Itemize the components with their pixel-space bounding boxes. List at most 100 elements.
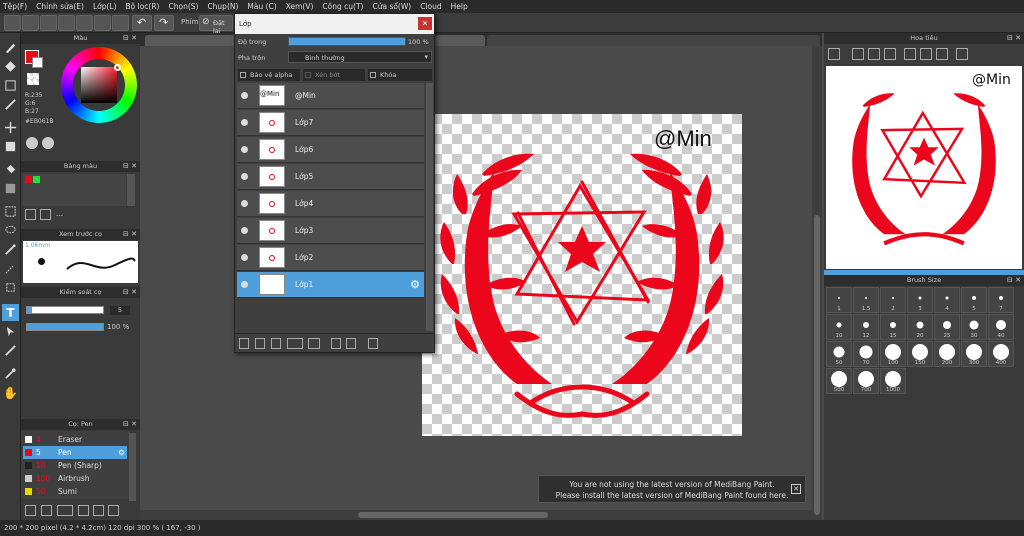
reset-button[interactable]: ⊘ Đặt lại bbox=[199, 15, 233, 35]
layer-list-scrollbar[interactable] bbox=[426, 83, 433, 331]
color-mode-icon[interactable] bbox=[26, 137, 38, 149]
brush-size-cell[interactable]: 15 bbox=[880, 314, 906, 340]
drawing-canvas[interactable]: @Min bbox=[422, 114, 742, 436]
menu-item-2[interactable]: Lớp(L) bbox=[93, 2, 117, 11]
blend-mode-select[interactable]: Bình thường ▾ bbox=[288, 51, 432, 63]
brush-menu-icon[interactable] bbox=[57, 505, 73, 516]
lasso-tool-icon[interactable] bbox=[2, 222, 19, 239]
layer-visibility-icon[interactable] bbox=[241, 227, 248, 234]
secondary-color-swatch[interactable] bbox=[32, 57, 43, 68]
hand-tool-icon[interactable]: ✋ bbox=[2, 384, 19, 401]
layer-row[interactable]: @Min @Min bbox=[237, 83, 424, 109]
brush-size-cell[interactable]: 1.5 bbox=[853, 287, 879, 313]
menu-item-6[interactable]: Màu (C) bbox=[247, 2, 276, 11]
zoom-in-icon[interactable] bbox=[828, 48, 840, 60]
navigator-preview[interactable]: @Min bbox=[826, 66, 1022, 269]
redo-button[interactable]: ↷ bbox=[154, 15, 174, 31]
color-mode2-icon[interactable] bbox=[42, 137, 54, 149]
select-pen-tool-icon[interactable] bbox=[2, 260, 19, 277]
brush-list-scrollbar[interactable] bbox=[129, 433, 136, 501]
brush-size-cell[interactable]: 12 bbox=[853, 314, 879, 340]
layer-row[interactable]: Lớp5 bbox=[237, 164, 424, 190]
brush-cloud-icon[interactable] bbox=[25, 505, 36, 516]
new-8bit-layer-icon[interactable] bbox=[271, 338, 281, 349]
brush-size-cell[interactable]: 1000 bbox=[880, 368, 906, 394]
brush-list-item[interactable]: 10 Pen (Sharp) bbox=[23, 459, 127, 472]
select-eraser-tool-icon[interactable] bbox=[2, 279, 19, 296]
menu-item-3[interactable]: Bộ lọc(R) bbox=[126, 2, 160, 11]
comment-icon[interactable] bbox=[40, 15, 57, 31]
new-layer-icon[interactable] bbox=[239, 338, 249, 349]
delete-layer-icon[interactable] bbox=[368, 338, 378, 349]
lock-checkbox[interactable]: Khóa bbox=[368, 69, 432, 81]
brush-tool-icon[interactable] bbox=[2, 39, 19, 56]
brush-size-cell[interactable]: 100 bbox=[880, 341, 906, 367]
eyedropper-tool-icon[interactable] bbox=[2, 365, 19, 382]
move-tool-icon[interactable] bbox=[2, 119, 19, 136]
layer-visibility-icon[interactable] bbox=[241, 146, 248, 153]
brush-size-cell[interactable]: 150 bbox=[907, 341, 933, 367]
export-icon[interactable] bbox=[112, 15, 129, 31]
duplicate-layer-icon[interactable] bbox=[331, 338, 341, 349]
protect-alpha-checkbox[interactable]: Bảo vệ alpha bbox=[238, 69, 300, 81]
add-palette-icon[interactable] bbox=[25, 209, 36, 220]
palette-swatch-green[interactable] bbox=[33, 176, 40, 183]
document-tab-2[interactable] bbox=[487, 35, 820, 46]
brush-size-cell[interactable]: 700 bbox=[853, 368, 879, 394]
menu-item-10[interactable]: Cloud bbox=[420, 2, 441, 11]
eraser-tool-icon[interactable] bbox=[2, 58, 19, 75]
brush-folder-icon[interactable] bbox=[93, 505, 104, 516]
brush-size-cell[interactable]: 4 bbox=[934, 287, 960, 313]
brush-list-item[interactable]: 5 Pen ⚙ bbox=[23, 446, 127, 459]
rectangle-tool-icon[interactable] bbox=[2, 77, 19, 94]
brush-size-cell[interactable]: 2 bbox=[880, 287, 906, 313]
menu-item-9[interactable]: Cửa sổ(W) bbox=[372, 2, 411, 11]
brush-size-cell[interactable]: 7 bbox=[988, 287, 1014, 313]
brush-size-cell[interactable]: 70 bbox=[853, 341, 879, 367]
reset-view-icon[interactable] bbox=[956, 48, 968, 60]
doc2-icon[interactable] bbox=[94, 15, 111, 31]
canvas-horizontal-scroll-thumb[interactable] bbox=[358, 512, 548, 518]
brush-size-cell[interactable]: 50 bbox=[826, 341, 852, 367]
delete-palette-icon[interactable] bbox=[40, 209, 51, 220]
brush-size-cell[interactable]: 25 bbox=[934, 314, 960, 340]
layer-visibility-icon[interactable] bbox=[241, 254, 248, 261]
saturation-square[interactable] bbox=[81, 67, 117, 103]
brush-duplicate-icon[interactable] bbox=[108, 505, 119, 516]
layer-window-close-button[interactable]: ✕ bbox=[418, 17, 432, 30]
color-picker-handle[interactable] bbox=[114, 64, 121, 71]
brush-list-item[interactable]: 50 Sumi bbox=[23, 485, 127, 498]
new-halftone-layer-icon[interactable] bbox=[255, 338, 265, 349]
brush-size-cell[interactable]: 10 bbox=[826, 314, 852, 340]
brush-settings-icon[interactable]: ⚙ bbox=[118, 446, 125, 459]
menu-item-7[interactable]: Xem(V) bbox=[286, 2, 314, 11]
brush-size-cell[interactable]: 1 bbox=[826, 287, 852, 313]
menu-item-5[interactable]: Chụp(N) bbox=[207, 2, 238, 11]
merge-layer-icon[interactable] bbox=[346, 338, 356, 349]
clipping-checkbox[interactable]: Xén bớt bbox=[303, 69, 365, 81]
divide-tool-icon[interactable] bbox=[2, 342, 19, 359]
menu-item-0[interactable]: Tệp(F) bbox=[3, 2, 27, 11]
layer-row[interactable]: Lớp1 ⚙ bbox=[237, 272, 424, 298]
color-wheel[interactable] bbox=[61, 47, 137, 123]
fill-rect-tool-icon[interactable] bbox=[2, 138, 19, 155]
brush-list-item[interactable]: 100 Airbrush bbox=[23, 472, 127, 485]
canvas-vertical-scroll-thumb[interactable] bbox=[814, 215, 820, 515]
brush-add-icon[interactable] bbox=[41, 505, 52, 516]
palette-swatch-red[interactable] bbox=[25, 176, 32, 183]
bucket-tool-icon[interactable] bbox=[2, 161, 19, 178]
undo-button[interactable]: ↶ bbox=[132, 15, 152, 31]
brush-size-slider[interactable] bbox=[26, 306, 104, 314]
brush-size-cell[interactable]: 200 bbox=[934, 341, 960, 367]
save-icon[interactable] bbox=[22, 15, 39, 31]
brush-copy-icon[interactable] bbox=[78, 505, 89, 516]
menu-item-1[interactable]: Chỉnh sửa(E) bbox=[36, 2, 84, 11]
brush-list-item[interactable]: 4 Eraser bbox=[23, 433, 127, 446]
brush-size-cell[interactable]: 20 bbox=[907, 314, 933, 340]
chat-icon[interactable] bbox=[58, 15, 75, 31]
layer-visibility-icon[interactable] bbox=[241, 200, 248, 207]
brush-opacity-slider[interactable] bbox=[26, 323, 104, 331]
layer-opacity-slider[interactable] bbox=[288, 37, 406, 46]
layer-settings-icon[interactable]: ⚙ bbox=[410, 278, 420, 291]
brush-size-cell[interactable]: 3 bbox=[907, 287, 933, 313]
